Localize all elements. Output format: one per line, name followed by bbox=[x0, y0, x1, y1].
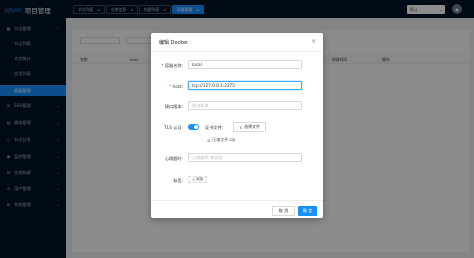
heartbeat-label: 心跳超时: bbox=[164, 156, 183, 161]
add-tag-button[interactable]: + 添加 bbox=[188, 176, 208, 183]
api-version-select[interactable]: 接口版本 ⌄ bbox=[188, 101, 302, 110]
divider bbox=[151, 200, 323, 201]
edit-docker-modal: 编辑 Docker × * 容器名称: local * host: tcp://… bbox=[151, 33, 323, 218]
tls-toggle[interactable] bbox=[188, 124, 199, 130]
chevron-down-icon: ⌄ bbox=[294, 103, 298, 108]
paperclip-icon: ⊘ bbox=[207, 137, 211, 143]
cert-file-label: 证书文件: bbox=[205, 125, 224, 130]
plus-icon: + bbox=[192, 177, 196, 182]
modal-title: 编辑 Docker bbox=[159, 40, 189, 46]
tls-label: TLS 认证: bbox=[164, 125, 183, 130]
tags-label: 标签: bbox=[173, 178, 183, 183]
api-version-label: 接口版本: bbox=[164, 104, 183, 109]
confirm-button[interactable]: 确 定 bbox=[298, 206, 317, 216]
name-label: * 容器名称: bbox=[161, 63, 183, 68]
divider bbox=[151, 51, 323, 52]
select-file-button[interactable]: ⇪ 选择文件 bbox=[233, 122, 266, 132]
uploaded-file[interactable]: ⊘ 压缩文件.zip bbox=[207, 137, 235, 143]
cancel-button[interactable]: 取 消 bbox=[272, 206, 295, 216]
upload-icon: ⇪ bbox=[238, 124, 243, 130]
host-label: * host: bbox=[169, 84, 183, 89]
heartbeat-timeout-input[interactable]: 心跳超时 单位秒 bbox=[188, 153, 302, 162]
close-icon[interactable]: × bbox=[311, 38, 316, 45]
host-input[interactable]: tcp://127.0.0.1:2375 bbox=[188, 81, 302, 90]
container-name-input[interactable]: local bbox=[188, 60, 302, 69]
